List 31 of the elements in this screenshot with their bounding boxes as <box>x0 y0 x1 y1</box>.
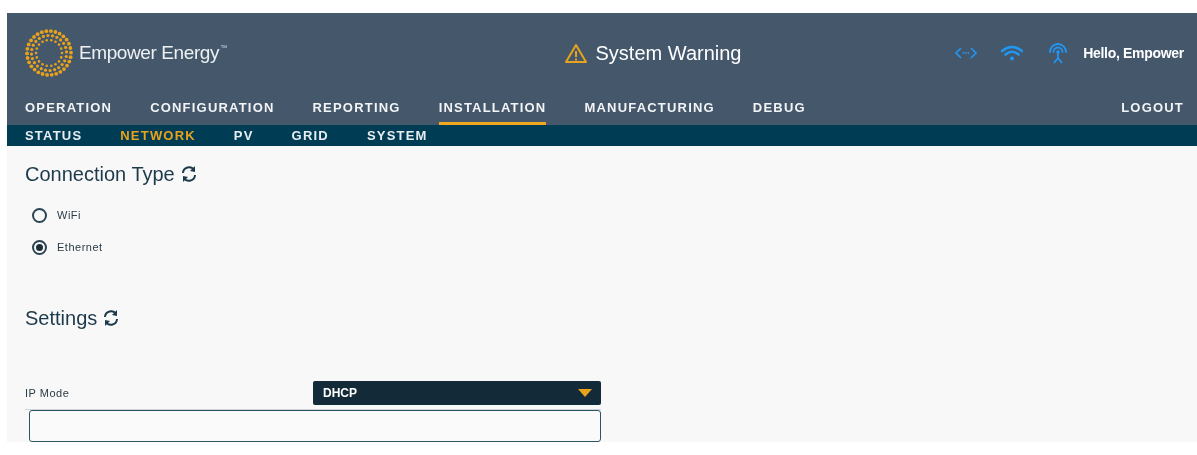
sub-nav-tab[interactable]: GRID <box>291 128 329 143</box>
antenna-icon <box>1047 42 1070 64</box>
radio-button[interactable] <box>32 207 47 223</box>
brand-name: Empower Energy <box>79 42 220 64</box>
sub-nav-tab[interactable]: STATUS <box>25 128 83 143</box>
logout-link[interactable]: LOGOUT <box>1121 93 1184 125</box>
section-title: Settings <box>25 306 98 330</box>
warning-icon <box>564 43 587 63</box>
code-icon <box>955 46 978 60</box>
greeting-text: Hello, Empower <box>1083 45 1184 61</box>
nav-tab[interactable]: DEBUG <box>752 93 806 125</box>
wifi-icon <box>1001 45 1024 61</box>
sub-nav-tab[interactable]: PV <box>233 128 254 143</box>
section-title: Connection Type <box>25 162 175 186</box>
radio-button[interactable] <box>32 239 47 255</box>
nav-tab[interactable]: MANUFACTURING <box>584 93 715 125</box>
refresh-icon <box>102 309 121 327</box>
radio-label: Ethernet <box>57 241 103 253</box>
nav-tab[interactable]: REPORTING <box>312 93 401 125</box>
input-field[interactable] <box>29 410 601 442</box>
nav-tab[interactable]: CONFIGURATION <box>150 93 275 125</box>
ip-mode-dropdown[interactable]: DHCP <box>313 381 601 405</box>
nav-tab[interactable]: OPERATION <box>25 93 113 125</box>
warning-text: System Warning <box>595 41 742 65</box>
radio-label: WiFi <box>57 209 81 221</box>
caret-icon <box>578 389 592 397</box>
sub-nav-tab[interactable]: SYSTEM <box>366 128 428 143</box>
sub-nav-tab[interactable]: NETWORK <box>120 128 196 143</box>
field-label: IP Mode <box>25 387 71 399</box>
refresh-icon <box>179 165 198 183</box>
sun-logo-icon <box>22 26 76 80</box>
